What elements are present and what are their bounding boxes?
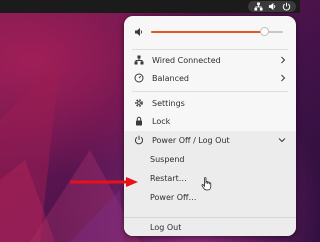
suspend-item[interactable]: Suspend <box>150 155 184 164</box>
hand-cursor-icon <box>201 177 212 191</box>
settings-item[interactable]: Settings <box>124 94 296 112</box>
volume-slider-fill <box>151 31 265 33</box>
system-indicators[interactable] <box>248 1 296 12</box>
wired-connected-label: Wired Connected <box>152 55 221 65</box>
power-icon <box>134 135 144 145</box>
divider <box>124 217 296 218</box>
power-mode-item[interactable]: Balanced <box>124 69 296 87</box>
divider <box>132 91 288 92</box>
volume-slider[interactable] <box>151 27 283 36</box>
lock-label: Lock <box>152 116 171 126</box>
network-icon <box>253 2 263 11</box>
power-mode-label: Balanced <box>152 73 189 83</box>
log-out-item[interactable]: Log Out <box>150 223 181 232</box>
power-off-item[interactable]: Power Off… <box>150 193 197 202</box>
power-mode-icon <box>134 73 144 83</box>
chevron-right-icon <box>280 56 286 66</box>
network-icon <box>134 55 144 65</box>
volume-slider-thumb[interactable] <box>260 27 270 36</box>
top-bar <box>0 0 300 13</box>
divider <box>132 49 288 50</box>
annotation-arrow-icon <box>70 177 138 187</box>
settings-label: Settings <box>152 98 185 108</box>
restart-item[interactable]: Restart… <box>150 174 187 183</box>
power-off-log-out-item[interactable]: Power Off / Log Out <box>124 131 296 149</box>
volume-icon <box>268 2 277 11</box>
gear-icon <box>134 98 144 108</box>
power-off-log-out-label: Power Off / Log Out <box>152 135 230 145</box>
chevron-down-icon <box>278 136 286 145</box>
power-icon <box>282 2 291 11</box>
wired-connected-item[interactable]: Wired Connected <box>124 51 296 69</box>
speaker-icon <box>134 27 144 37</box>
lock-icon <box>134 116 144 126</box>
chevron-right-icon <box>280 74 286 84</box>
lock-item[interactable]: Lock <box>124 112 296 130</box>
quick-settings-menu: Wired Connected Balanced Settings Lock P… <box>124 16 296 236</box>
